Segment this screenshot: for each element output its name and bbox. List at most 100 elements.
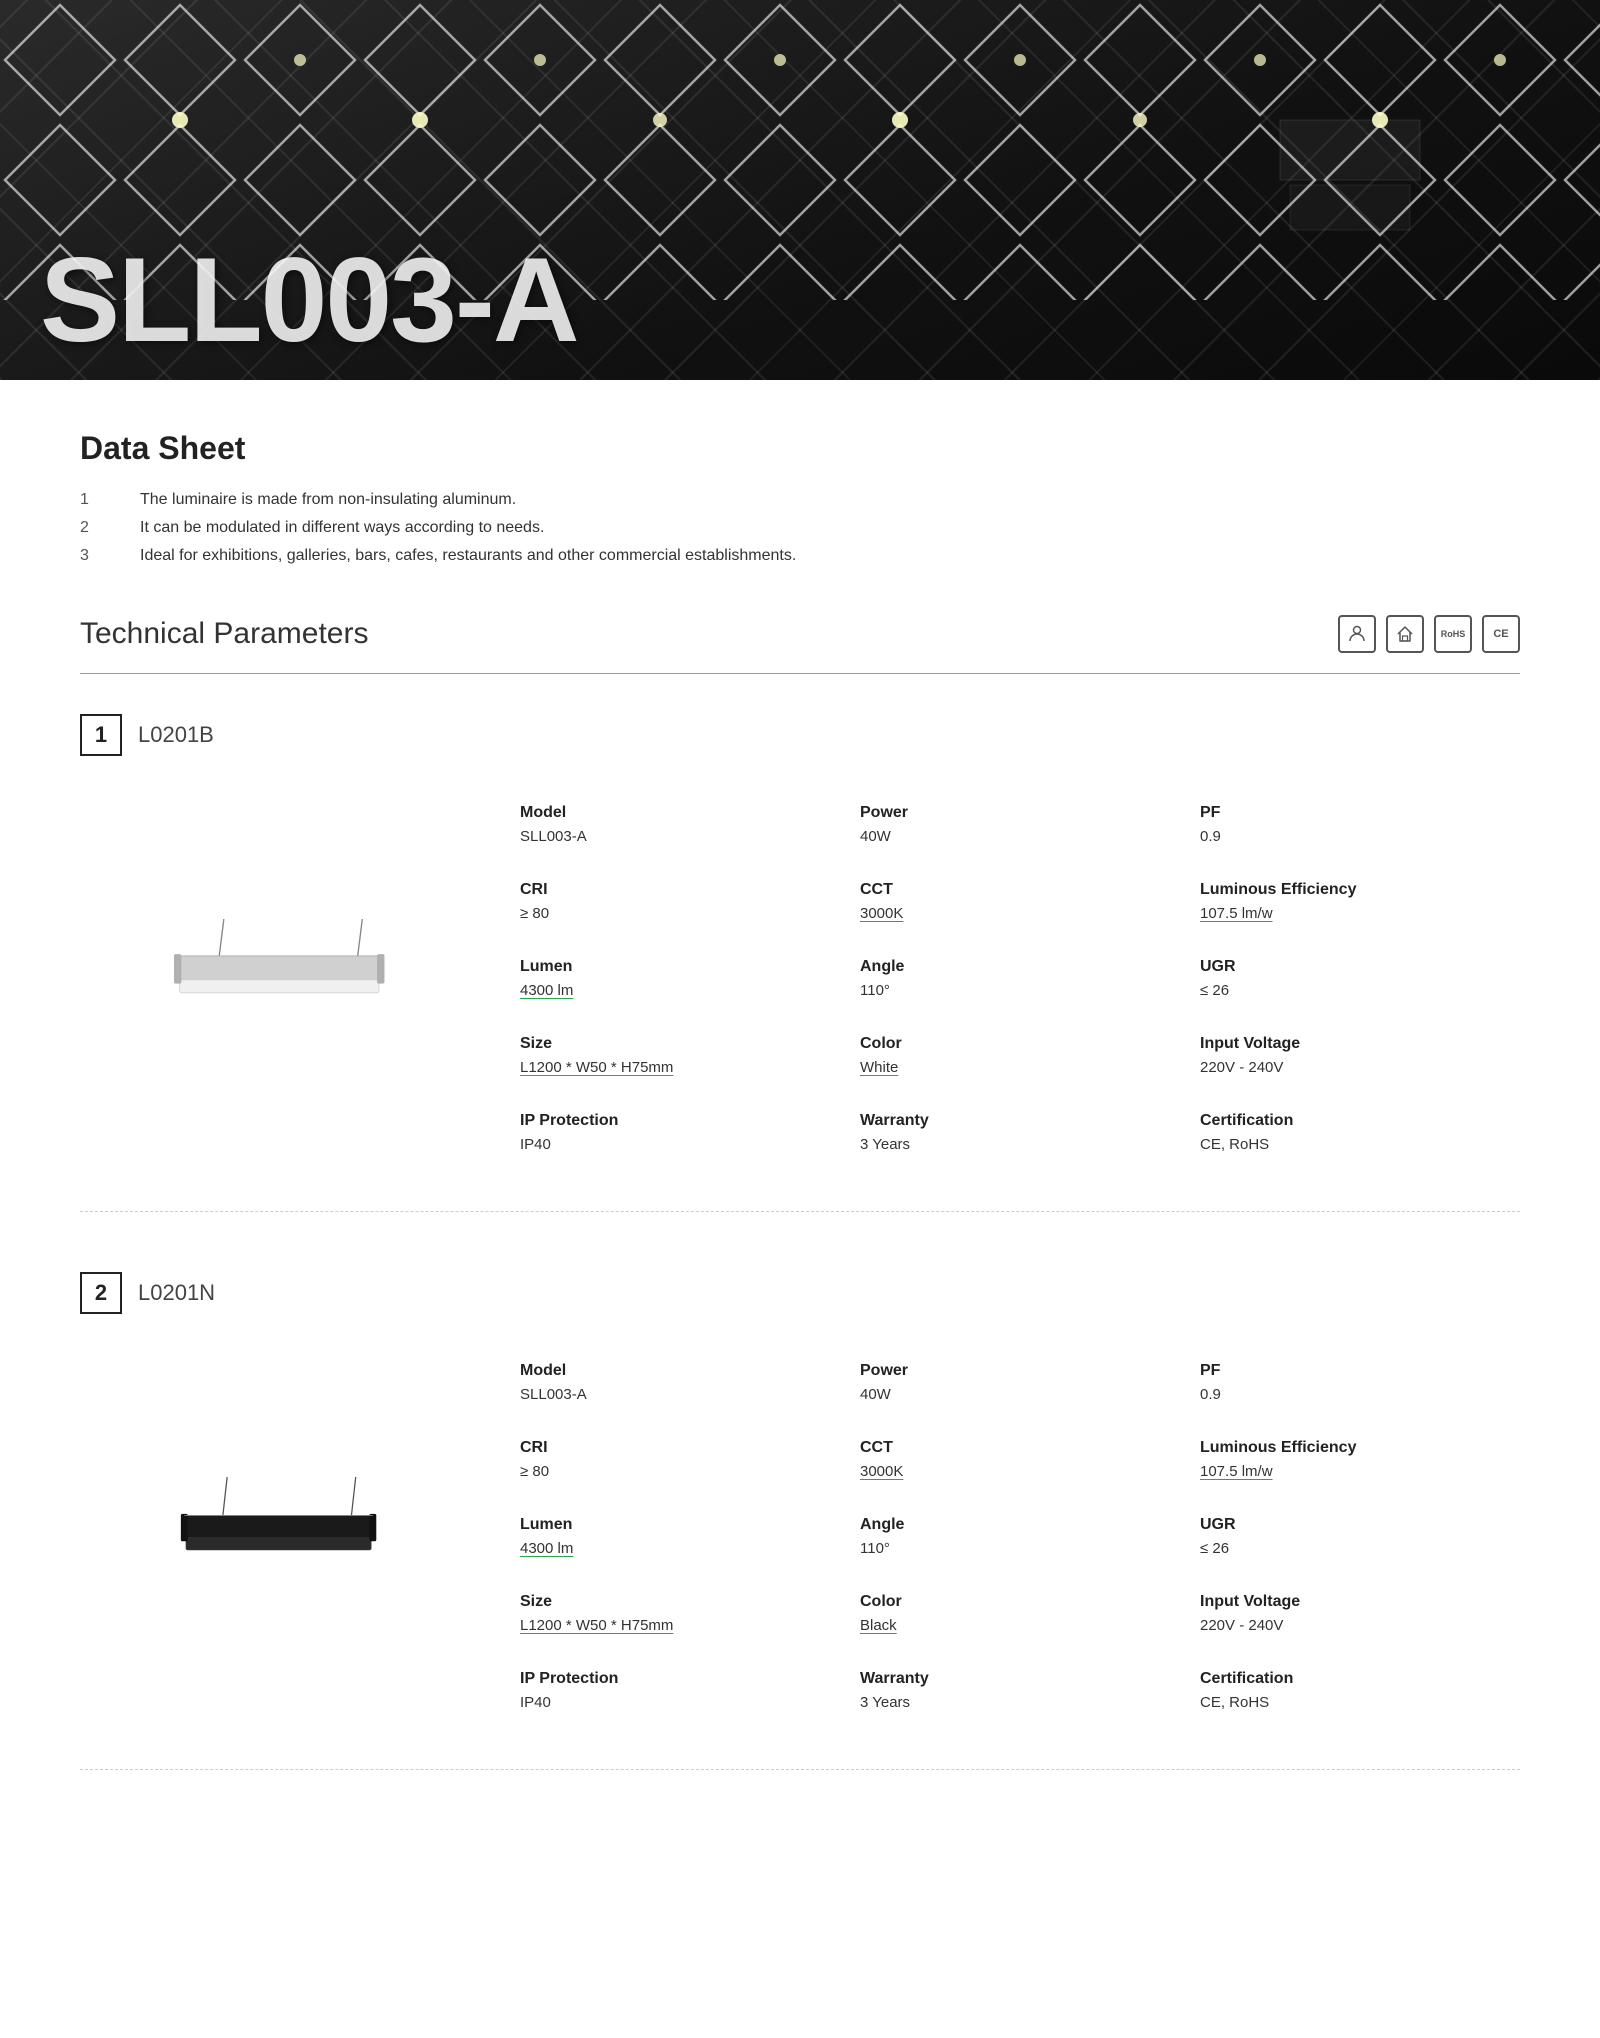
spec-cell: Color White — [840, 1017, 1180, 1094]
spec-label: Size — [520, 1593, 820, 1611]
product-header: 2 L0201N — [80, 1272, 1520, 1314]
spec-label: PF — [1200, 804, 1500, 822]
product-model-label: L0201B — [138, 722, 214, 748]
spec-label: IP Protection — [520, 1670, 820, 1688]
spec-label: Model — [520, 1362, 820, 1380]
spec-label: UGR — [1200, 1516, 1500, 1534]
spec-cell: CCT 3000K — [840, 1421, 1180, 1498]
luminaire-black-svg — [110, 1477, 430, 1597]
spec-cell: CRI ≥ 80 — [500, 863, 840, 940]
product-num-box: 2 — [80, 1272, 122, 1314]
spec-label: Luminous Efficiency — [1200, 1439, 1500, 1457]
spec-value: 4300 lm — [520, 982, 820, 999]
spec-value: 3000K — [860, 905, 1160, 922]
spec-value: 220V - 240V — [1200, 1059, 1500, 1076]
spec-value: White — [860, 1059, 1160, 1076]
feature-text: It can be modulated in different ways ac… — [140, 519, 544, 537]
cert-icon-ce: CE — [1482, 615, 1520, 653]
feature-num: 3 — [80, 547, 110, 565]
product-image-area — [80, 1344, 460, 1729]
cert-icon-rohs: RoHS — [1434, 615, 1472, 653]
spec-value: IP40 — [520, 1694, 820, 1711]
spec-label: Lumen — [520, 1516, 820, 1534]
product-header: 1 L0201B — [80, 714, 1520, 756]
spec-value: SLL003-A — [520, 828, 820, 845]
spec-cell: Angle 110° — [840, 940, 1180, 1017]
main-content: Data Sheet 1The luminaire is made from n… — [0, 380, 1600, 1880]
spec-value: SLL003-A — [520, 1386, 820, 1403]
feature-num: 2 — [80, 519, 110, 537]
spec-value: 0.9 — [1200, 1386, 1500, 1403]
spec-cell: Color Black — [840, 1575, 1180, 1652]
spec-cell: Angle 110° — [840, 1498, 1180, 1575]
spec-cell: CRI ≥ 80 — [500, 1421, 840, 1498]
spec-label: Warranty — [860, 1112, 1160, 1130]
product-image-area — [80, 786, 460, 1171]
spec-cell: Size L1200 * W50 * H75mm — [500, 1575, 840, 1652]
feature-text: The luminaire is made from non-insulatin… — [140, 491, 516, 509]
spec-label: Certification — [1200, 1112, 1500, 1130]
technical-header: Technical Parameters RoHS CE — [80, 615, 1520, 653]
spec-cell: Lumen 4300 lm — [500, 940, 840, 1017]
product-specs-grid: Model SLL003-A Power 40W PF 0.9 CRI ≥ 80… — [460, 786, 1520, 1171]
spec-value: L1200 * W50 * H75mm — [520, 1059, 820, 1076]
spec-value: 3 Years — [860, 1136, 1160, 1153]
product-block-2: 2 L0201N Model SLL003-A Power — [80, 1272, 1520, 1770]
spec-label: Power — [860, 804, 1160, 822]
spec-label: Warranty — [860, 1670, 1160, 1688]
spec-cell: Model SLL003-A — [500, 786, 840, 863]
spec-value: 107.5 lm/w — [1200, 1463, 1500, 1480]
spec-value: CE, RoHS — [1200, 1694, 1500, 1711]
product-block-1: 1 L0201B Model SLL003-A Power 40W — [80, 714, 1520, 1212]
product-model-label: L0201N — [138, 1280, 215, 1306]
spec-value: 3 Years — [860, 1694, 1160, 1711]
spec-cell: Model SLL003-A — [500, 1344, 840, 1421]
spec-value: 40W — [860, 1386, 1160, 1403]
spec-value: 110° — [860, 982, 1160, 999]
spec-value: IP40 — [520, 1136, 820, 1153]
spec-cell: Luminous Efficiency 107.5 lm/w — [1180, 1421, 1520, 1498]
spec-cell: Size L1200 * W50 * H75mm — [500, 1017, 840, 1094]
products-container: 1 L0201B Model SLL003-A Power 40W — [80, 714, 1520, 1770]
spec-label: Luminous Efficiency — [1200, 881, 1500, 899]
spec-label: Color — [860, 1593, 1160, 1611]
spec-label: Angle — [860, 958, 1160, 976]
spec-cell: Input Voltage 220V - 240V — [1180, 1575, 1520, 1652]
spec-cell: IP Protection IP40 — [500, 1652, 840, 1729]
spec-cell: Certification CE, RoHS — [1180, 1094, 1520, 1171]
spec-label: Color — [860, 1035, 1160, 1053]
spec-cell: Input Voltage 220V - 240V — [1180, 1017, 1520, 1094]
feature-text: Ideal for exhibitions, galleries, bars, … — [140, 547, 796, 565]
technical-divider — [80, 673, 1520, 674]
spec-value: ≤ 26 — [1200, 1540, 1500, 1557]
features-list: 1 The luminaire is made from non-insulati… — [80, 491, 1520, 565]
spec-label: Certification — [1200, 1670, 1500, 1688]
spec-cell: Certification CE, RoHS — [1180, 1652, 1520, 1729]
spec-value: CE, RoHS — [1200, 1136, 1500, 1153]
spec-value: ≥ 80 — [520, 1463, 820, 1480]
product-body: Model SLL003-A Power 40W PF 0.9 CRI ≥ 80… — [80, 786, 1520, 1171]
spec-cell: Power 40W — [840, 786, 1180, 863]
technical-title: Technical Parameters — [80, 617, 368, 651]
spec-label: UGR — [1200, 958, 1500, 976]
product-body: Model SLL003-A Power 40W PF 0.9 CRI ≥ 80… — [80, 1344, 1520, 1729]
spec-value: 0.9 — [1200, 828, 1500, 845]
product-num-box: 1 — [80, 714, 122, 756]
spec-label: IP Protection — [520, 1112, 820, 1130]
hero-section: SLL003-A — [0, 0, 1600, 380]
spec-label: Input Voltage — [1200, 1035, 1500, 1053]
spec-value: L1200 * W50 * H75mm — [520, 1617, 820, 1634]
spec-label: CRI — [520, 1439, 820, 1457]
spec-cell: PF 0.9 — [1180, 786, 1520, 863]
spec-value: 3000K — [860, 1463, 1160, 1480]
cert-icon-home — [1386, 615, 1424, 653]
spec-cell: Warranty 3 Years — [840, 1094, 1180, 1171]
spec-label: Power — [860, 1362, 1160, 1380]
spec-value: 110° — [860, 1540, 1160, 1557]
feature-num: 1 — [80, 491, 110, 509]
spec-label: Angle — [860, 1516, 1160, 1534]
spec-label: CCT — [860, 1439, 1160, 1457]
spec-cell: Warranty 3 Years — [840, 1652, 1180, 1729]
feature-item: 2 It can be modulated in different ways a… — [80, 519, 1520, 537]
cert-icons-group: RoHS CE — [1338, 615, 1520, 653]
